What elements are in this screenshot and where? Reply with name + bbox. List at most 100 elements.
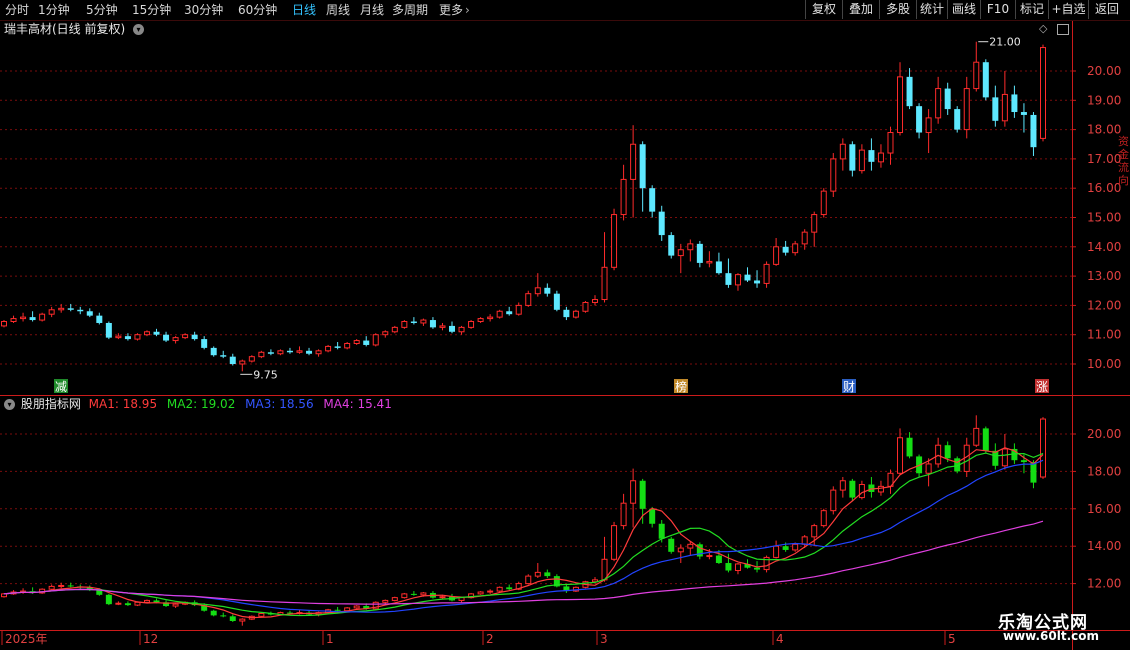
price-tick-label: 18.00	[1087, 123, 1121, 137]
indicator-candle	[29, 591, 36, 593]
chevron-down-icon[interactable]: ▾	[4, 399, 15, 410]
indicator-candle	[954, 458, 961, 472]
indicator-title[interactable]: 股朋指标网	[21, 397, 81, 411]
main-candle	[925, 117, 932, 134]
indicator-candle	[506, 587, 513, 590]
event-marker-4	[1035, 379, 1049, 393]
window-toggle-icon[interactable]	[1057, 24, 1069, 35]
indicator-candle	[801, 536, 808, 545]
indicator-candle	[563, 586, 570, 592]
main-candle	[449, 325, 456, 332]
indicator-candle	[630, 480, 637, 504]
tab-15min[interactable]: 15分钟	[132, 2, 171, 18]
main-candle	[944, 88, 951, 110]
indicator-candle	[1011, 448, 1018, 461]
main-candle	[1011, 94, 1018, 113]
main-candle	[153, 331, 160, 335]
main-candle	[677, 249, 684, 257]
tab-daily[interactable]: 日线	[292, 2, 316, 18]
tab-more[interactable]: 更多 ›	[439, 2, 470, 18]
main-candle	[572, 310, 579, 318]
main-candle	[267, 352, 274, 354]
tab-5min[interactable]: 5分钟	[86, 2, 118, 18]
draw-line-button[interactable]: 画线	[947, 0, 980, 19]
main-candle	[658, 211, 665, 236]
add-watchlist-button[interactable]: +自选	[1048, 0, 1088, 19]
tab-fenshi[interactable]: 分时	[5, 2, 29, 18]
indicator-tick-label: 20.00	[1087, 427, 1121, 441]
main-candle	[77, 309, 84, 312]
date-tick-label: 2025年	[5, 632, 48, 646]
date-tick-label: 3	[600, 632, 608, 646]
main-candle	[296, 350, 303, 353]
indicator-candle	[668, 538, 675, 552]
side-panel-label[interactable]: 资金流向	[1118, 135, 1130, 187]
ma2-label: MA2: 19.02	[166, 397, 236, 411]
statistics-button[interactable]: 统计	[916, 0, 947, 19]
back-button[interactable]: 返回	[1088, 0, 1125, 19]
indicator-candle	[96, 590, 103, 595]
candlestick-chart: 20.00 19.00 18.00 17.00 16.00 15.00 14.00 13.00…	[0, 20, 1130, 650]
date-tick-label: 1	[326, 632, 334, 646]
multi-stock-button[interactable]: 多股	[879, 0, 916, 19]
indicator-candle	[677, 547, 684, 553]
tab-60min[interactable]: 60分钟	[238, 2, 277, 18]
indicator-candle	[858, 483, 865, 499]
tab-weekly[interactable]: 周线	[326, 2, 350, 18]
main-candle	[48, 309, 55, 315]
diamond-icon[interactable]: ◇	[1039, 22, 1047, 35]
indicator-candle	[839, 480, 846, 491]
indicator-candle	[820, 510, 827, 527]
indicator-candle	[344, 607, 351, 612]
main-candle	[830, 158, 837, 192]
main-candle	[363, 340, 370, 345]
main-candle	[86, 311, 93, 316]
main-candle	[982, 62, 989, 98]
indicator-candle	[220, 615, 227, 617]
mark-button[interactable]: 标记	[1015, 0, 1048, 19]
main-candle	[954, 109, 961, 130]
indicator-candle	[620, 502, 627, 527]
main-candle	[868, 150, 875, 162]
stock-chart-app: 分时 1分钟 5分钟 15分钟 30分钟 60分钟 日线 周线 月线 多周期 更…	[0, 0, 1130, 650]
indicator-candle	[315, 612, 322, 615]
tab-monthly[interactable]: 月线	[360, 2, 384, 18]
main-candle	[401, 321, 408, 328]
main-candle	[582, 301, 589, 312]
indicator-candle	[334, 609, 341, 611]
indicator-candle	[296, 612, 303, 615]
fuquan-button[interactable]: 复权	[805, 0, 842, 19]
indicator-candle	[525, 575, 532, 585]
chevron-down-icon[interactable]: ▾	[133, 24, 145, 35]
main-candle	[782, 246, 789, 253]
tab-30min[interactable]: 30分钟	[184, 2, 223, 18]
f10-button[interactable]: F10	[980, 0, 1015, 19]
main-candle	[611, 214, 618, 268]
low-price-label: 9.75	[253, 368, 277, 381]
main-candle	[429, 320, 436, 328]
indicator-candle	[10, 591, 17, 595]
tab-1min[interactable]: 1分钟	[38, 2, 70, 18]
indicator-candle	[353, 605, 360, 609]
indicator-candle	[734, 563, 741, 572]
indicator-candle	[792, 543, 799, 551]
main-candle	[468, 321, 475, 328]
indicator-candle	[1001, 448, 1008, 467]
indicator-candle	[229, 616, 236, 621]
indicator-candle	[258, 613, 265, 617]
main-candle	[496, 310, 503, 318]
main-candle	[820, 190, 827, 216]
event-marker-label: 财	[843, 380, 855, 394]
indicator-candle	[77, 586, 84, 588]
main-chart-title[interactable]: 瑞丰高材(日线 前复权) ▾	[4, 22, 145, 36]
overlay-button[interactable]: 叠加	[842, 0, 879, 19]
indicator-tick-label: 12.00	[1087, 577, 1121, 591]
tab-multi-period[interactable]: 多周期	[392, 2, 428, 18]
indicator-candle	[439, 596, 446, 599]
date-tick-label: 12	[143, 632, 158, 646]
main-candle	[506, 311, 513, 315]
indicator-candle	[744, 563, 751, 568]
main-candle	[639, 144, 646, 189]
main-candle	[10, 318, 17, 323]
main-candle	[992, 97, 999, 121]
